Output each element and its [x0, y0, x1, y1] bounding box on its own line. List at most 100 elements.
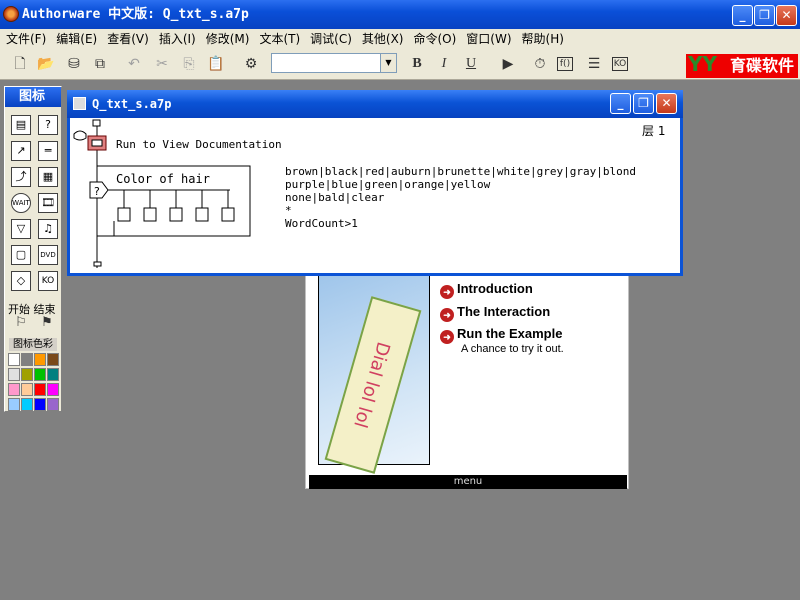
- menu-command[interactable]: 命令(O): [407, 29, 460, 49]
- underline-button[interactable]: U: [461, 54, 481, 74]
- menu-item-introduction[interactable]: ➜ Introduction: [440, 280, 533, 299]
- color-swatch[interactable]: [47, 398, 59, 411]
- chevron-down-icon[interactable]: ▼: [380, 54, 396, 72]
- stage-artwork: Dial lol lol: [318, 269, 430, 474]
- find-icon[interactable]: ⚙: [241, 54, 261, 74]
- calculation-icon[interactable]: ▢: [11, 245, 31, 265]
- menu-modify[interactable]: 修改(M): [200, 29, 254, 49]
- control-panel-icon[interactable]: ⏱: [530, 54, 550, 74]
- flowline-title: Q_txt_s.a7p: [92, 97, 172, 111]
- color-swatch[interactable]: [8, 368, 20, 381]
- app-titlebar: Authorware 中文版: Q_txt_s.a7p _ ❐ ✕: [0, 0, 800, 29]
- artwork-paper: Dial lol lol: [324, 296, 422, 474]
- color-swatch[interactable]: [8, 398, 20, 411]
- color-swatch[interactable]: [21, 398, 33, 411]
- motion-icon[interactable]: ↗: [11, 141, 31, 161]
- color-swatch[interactable]: [47, 353, 59, 366]
- run-doc-calc-icon[interactable]: [87, 135, 107, 151]
- color-swatch[interactable]: [21, 353, 33, 366]
- end-flag-marker: [93, 261, 102, 267]
- bold-button[interactable]: B: [407, 54, 427, 74]
- icon-palette: 图标 ▤ ? ↗ ═ ⤴ ▦ WAIT 🎞 ▽ ♫ ▢ DVD ◇ KO 开始 …: [4, 86, 62, 412]
- menu-text[interactable]: 文本(T): [253, 29, 304, 49]
- menu-file[interactable]: 文件(F): [0, 29, 50, 49]
- start-flag-icon[interactable]: ⚐: [11, 313, 31, 333]
- end-flag-icon[interactable]: ⚑: [37, 313, 57, 333]
- knowledge-object-icon[interactable]: KO: [38, 271, 58, 291]
- decision-icon[interactable]: ?: [38, 115, 58, 135]
- menu-view[interactable]: 查看(V): [101, 29, 153, 49]
- interaction-icon[interactable]: ▽: [11, 219, 31, 239]
- color-swatch[interactable]: [47, 368, 59, 381]
- color-swatch[interactable]: [21, 368, 33, 381]
- menu-item-run-example[interactable]: ➜ Run the Example: [440, 325, 563, 344]
- menu-insert[interactable]: 插入(I): [153, 29, 200, 49]
- menu-debug[interactable]: 调试(C): [304, 29, 356, 49]
- menu-other[interactable]: 其他(X): [356, 29, 408, 49]
- digital-movie-icon[interactable]: 🎞: [38, 193, 58, 213]
- framework-icon[interactable]: ▦: [38, 167, 58, 187]
- menu-window[interactable]: 窗口(W): [460, 29, 515, 49]
- color-swatch[interactable]: [8, 353, 20, 366]
- knowledge-objects-icon[interactable]: KO: [612, 57, 628, 71]
- save-all-icon[interactable]: ⛁: [64, 54, 84, 74]
- flow-minimize-button[interactable]: _: [610, 93, 631, 114]
- menu-edit[interactable]: 编辑(E): [50, 29, 101, 49]
- import-icon[interactable]: ⧉: [90, 54, 110, 74]
- brand-logo: YY 育碟软件: [686, 52, 798, 78]
- menu-item-interaction[interactable]: ➜ The Interaction: [440, 303, 550, 322]
- interaction-node-icon[interactable]: ?: [89, 181, 109, 199]
- run-icon[interactable]: ▶: [498, 54, 518, 74]
- authorware-app-icon[interactable]: [3, 6, 19, 22]
- restore-button[interactable]: ❐: [754, 5, 775, 26]
- italic-button[interactable]: I: [434, 54, 454, 74]
- arrow-bullet-icon: ➜: [440, 285, 454, 299]
- color-swatch[interactable]: [47, 383, 59, 396]
- new-icon[interactable]: 🗋: [10, 54, 30, 74]
- color-swatch[interactable]: [34, 353, 46, 366]
- color-swatch[interactable]: [34, 383, 46, 396]
- response-5[interactable]: WordCount>1: [285, 217, 636, 230]
- display-icon[interactable]: ▤: [11, 115, 31, 135]
- color-swatch[interactable]: [21, 383, 33, 396]
- cut-icon[interactable]: ✂: [152, 54, 172, 74]
- run-doc-label[interactable]: Run to View Documentation: [116, 138, 282, 151]
- paste-icon[interactable]: 📋: [206, 54, 226, 74]
- color-swatch[interactable]: [34, 398, 46, 411]
- hand-pointer-icon: [73, 130, 87, 141]
- menu-item-label: Run the Example: [457, 326, 563, 341]
- map-icon[interactable]: ◇: [11, 271, 31, 291]
- interaction-label[interactable]: Color of hair: [116, 172, 210, 186]
- erase-icon[interactable]: ═: [38, 141, 58, 161]
- flowline-titlebar: Q_txt_s.a7p _ ❐ ✕: [67, 90, 683, 118]
- sound-icon[interactable]: ♫: [38, 219, 58, 239]
- toolbar: 🗋 📂 ⛁ ⧉ ↶ ✂ ⎘ 📋 ⚙ B I U ▶ ⏱ f() ☰ KO: [0, 49, 800, 80]
- variables-icon[interactable]: ☰: [584, 54, 604, 74]
- minimize-button[interactable]: _: [732, 5, 753, 26]
- wait-icon[interactable]: WAIT: [11, 193, 31, 213]
- flowline-window: Q_txt_s.a7p _ ❐ ✕ 层 1 ? Run to View Docu…: [67, 90, 683, 276]
- video-icon[interactable]: DVD: [38, 245, 58, 265]
- start-flag-marker: [92, 119, 101, 127]
- response-4[interactable]: *: [285, 204, 636, 217]
- color-swatch[interactable]: [8, 383, 20, 396]
- navigate-icon[interactable]: ⤴: [11, 167, 31, 187]
- copy-icon[interactable]: ⎘: [179, 54, 199, 74]
- close-button[interactable]: ✕: [776, 5, 797, 26]
- response-branches: [113, 190, 250, 237]
- menu-bar: 文件(F) 编辑(E) 查看(V) 插入(I) 修改(M) 文本(T) 调试(C) 其他(X)…: [0, 29, 800, 49]
- app-title: Authorware 中文版: Q_txt_s.a7p: [22, 7, 249, 22]
- response-1[interactable]: brown|black|red|auburn|brunette|white|gr…: [285, 165, 636, 178]
- flow-close-button[interactable]: ✕: [656, 93, 677, 114]
- response-3[interactable]: none|bald|clear: [285, 191, 636, 204]
- undo-icon[interactable]: ↶: [124, 54, 144, 74]
- menu-help[interactable]: 帮助(H): [516, 29, 568, 49]
- flow-maximize-button[interactable]: ❐: [633, 93, 654, 114]
- svg-text:?: ?: [94, 185, 100, 198]
- response-2[interactable]: purple|blue|green|orange|yellow: [285, 178, 636, 191]
- stage-menu-button[interactable]: menu: [309, 475, 627, 489]
- open-icon[interactable]: 📂: [36, 54, 56, 74]
- color-swatch[interactable]: [34, 368, 46, 381]
- functions-icon[interactable]: f(): [557, 57, 573, 71]
- font-combo[interactable]: ▼: [271, 53, 397, 73]
